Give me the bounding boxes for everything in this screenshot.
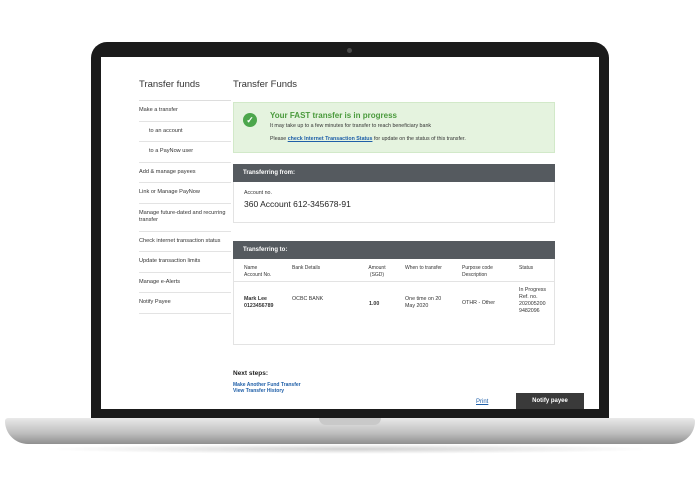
sidebar-item-transaction-status[interactable]: Check internet transaction status (139, 232, 231, 253)
transfer-table: Name Account No. Bank Details Amount (SGD)… (233, 259, 555, 345)
success-title: Your FAST transfer is in progress (270, 111, 397, 120)
print-link[interactable]: Print (476, 399, 488, 405)
sidebar-item-to-account[interactable]: to an account (139, 122, 231, 143)
sidebar-item-e-alerts[interactable]: Manage e-Alerts (139, 273, 231, 294)
check-icon: ✓ (243, 113, 257, 127)
laptop-base-notch (319, 418, 381, 425)
success-status-note: Please check Internet Transaction Status… (270, 136, 548, 142)
transferring-to-heading: Transferring to: (233, 241, 555, 259)
column-header-name: Name Account No. (244, 265, 272, 278)
payee-account: 0123456789 (244, 303, 274, 309)
status-note-prefix: Please (270, 136, 287, 142)
table-header-divider (234, 281, 554, 282)
payee-bank: OCBC BANK (292, 296, 324, 302)
source-account-value: 360 Account 612-345678-91 (244, 199, 351, 209)
laptop-lid: Transfer funds Make a transfer to an acc… (91, 42, 609, 424)
sidebar: Transfer funds Make a transfer to an acc… (139, 79, 231, 315)
status-note-suffix: for update on the status of this transfe… (373, 136, 466, 142)
transferring-from-heading: Transferring from: (233, 164, 555, 182)
column-header-status: Status (519, 265, 534, 271)
sidebar-item-notify-payee[interactable]: Notify Payee (139, 293, 231, 315)
column-header-when: When to transfer (405, 265, 442, 271)
sidebar-title: Transfer funds (139, 79, 231, 101)
laptop-shadow (40, 444, 660, 454)
next-steps-title: Next steps: (233, 370, 269, 377)
transaction-status-link[interactable]: check Internet Transaction Status (288, 136, 373, 142)
notify-payee-button[interactable]: Notify payee (516, 393, 584, 409)
column-header-bank: Bank Details (292, 265, 321, 271)
page-title: Transfer Funds (233, 79, 298, 90)
next-steps: Next steps: Make Another Fund Transfer V… (233, 370, 555, 395)
column-header-amount: Amount (SGD) (368, 265, 386, 278)
purpose-code: OTHR - Other (462, 300, 495, 306)
transferring-from-body: Account no. 360 Account 612-345678-91 (233, 182, 555, 223)
success-message: It may take up to a few minutes for tran… (270, 123, 432, 129)
account-no-label: Account no. (244, 190, 272, 196)
transfer-amount: 1.00 (369, 301, 380, 307)
sidebar-item-future-dated[interactable]: Manage future-dated and recurring transf… (139, 204, 231, 232)
sidebar-item-to-paynow-user[interactable]: to a PayNow user (139, 142, 231, 163)
transferring-to-panel: Transferring to: Name Account No. Bank De… (233, 241, 555, 345)
sidebar-item-manage-payees[interactable]: Add & manage payees (139, 163, 231, 184)
main-content: Transfer Funds ✓ Your FAST transfer is i… (233, 79, 584, 409)
laptop-screen: Transfer funds Make a transfer to an acc… (101, 57, 599, 409)
transfer-when: One time on 20 May 2020 (405, 296, 442, 310)
success-banner: ✓ Your FAST transfer is in progress It m… (233, 102, 555, 153)
view-transfer-history-link[interactable]: View Transfer History (233, 388, 555, 394)
column-header-purpose: Purpose code Description (462, 265, 493, 278)
sidebar-item-transaction-limits[interactable]: Update transaction limits (139, 252, 231, 273)
laptop-base (5, 418, 695, 444)
transfer-status: In Progress Ref. no. 202005200 9482096 (519, 287, 547, 315)
camera-dot (347, 48, 352, 53)
sidebar-item-make-transfer[interactable]: Make a transfer (139, 101, 231, 122)
sidebar-item-manage-paynow[interactable]: Link or Manage PayNow (139, 183, 231, 204)
transferring-from-panel: Transferring from: Account no. 360 Accou… (233, 164, 555, 223)
